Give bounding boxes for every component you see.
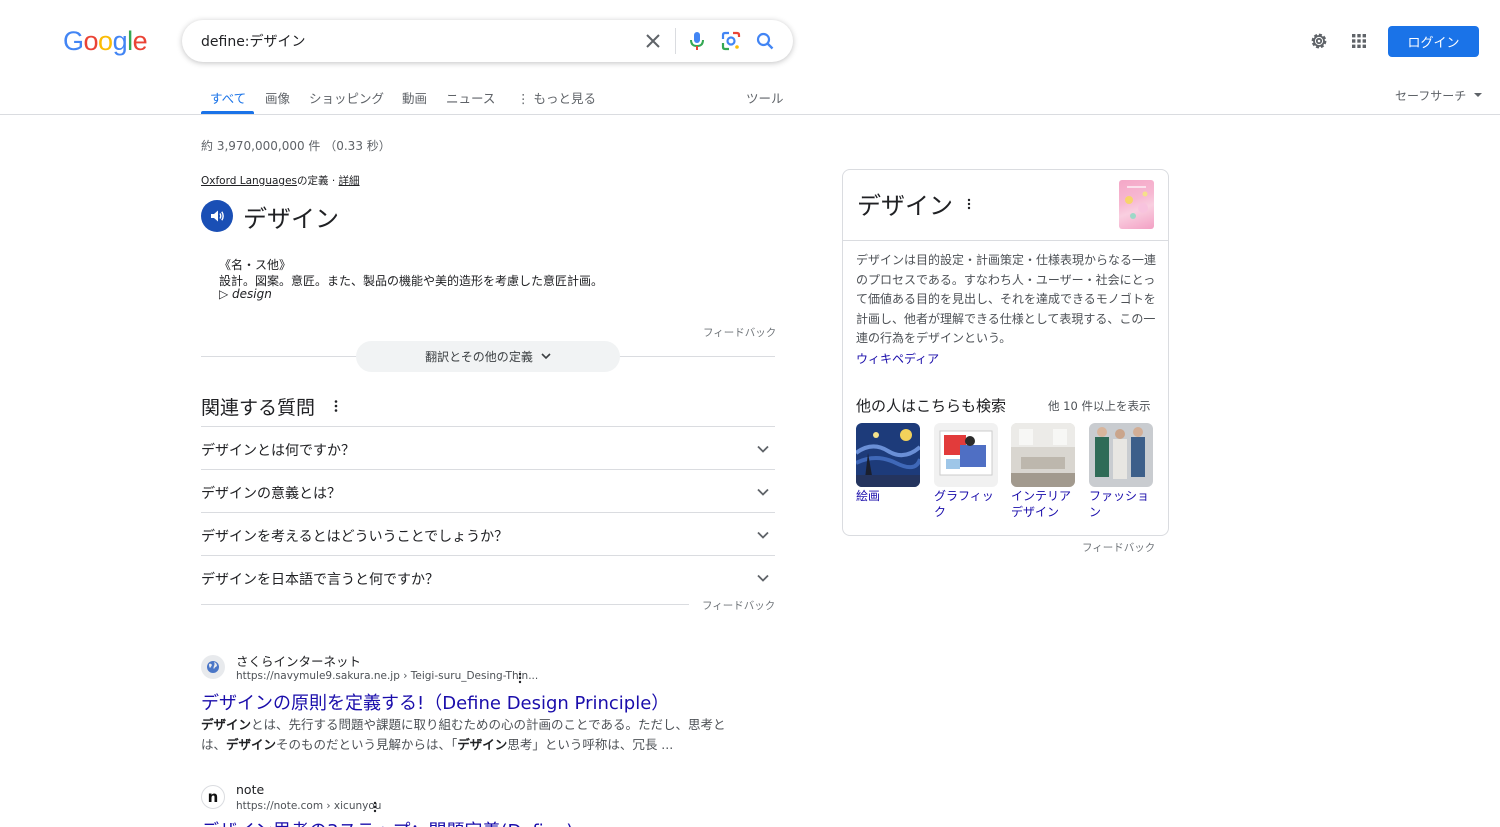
wikipedia-link[interactable]: ウィキペディア — [856, 350, 939, 367]
more-vert-icon[interactable] — [330, 398, 342, 414]
tab-all[interactable]: すべて — [210, 88, 246, 107]
related-question[interactable]: デザインを考えるとはどういうことでしょうか？ — [201, 512, 775, 555]
fashion-image[interactable] — [1089, 423, 1153, 487]
chevron-down-icon — [757, 574, 769, 582]
part-of-speech: 《名・ス他》 — [219, 258, 292, 272]
chevron-down-icon — [757, 531, 769, 539]
etymology-prefix: ▷ — [219, 287, 233, 301]
snippet-highlight: デザイン — [226, 736, 277, 752]
also-search-label[interactable]: 絵画 — [856, 488, 922, 504]
tab-news[interactable]: ニュース — [446, 88, 495, 107]
close-icon[interactable] — [640, 28, 666, 54]
snippet-highlight: デザイン — [201, 717, 252, 732]
knowledge-panel-thumbnail[interactable] — [1119, 180, 1154, 229]
related-question[interactable]: デザインとは何ですか？ — [201, 426, 775, 469]
also-search-label[interactable]: ファッション — [1089, 488, 1155, 520]
tab-videos[interactable]: 動画 — [402, 88, 427, 107]
caret-down-icon — [1474, 93, 1482, 97]
question-text: デザインを日本語で言うと何ですか？ — [201, 572, 439, 588]
dictionary-word: デザイン — [243, 205, 339, 233]
painting-image[interactable] — [856, 423, 920, 487]
apps-grid-icon[interactable] — [1346, 28, 1372, 54]
result-stats: 約 3,970,000,000 件 （0.33 秒） — [201, 139, 391, 153]
more-vert-icon: ⋮ — [517, 91, 530, 106]
snippet-text: 思考」という呼称は、冗長 ... — [507, 736, 674, 752]
details-link[interactable]: 詳細 — [339, 175, 360, 187]
divider — [201, 604, 689, 605]
result-site-name[interactable]: note — [236, 782, 264, 797]
more-vert-icon[interactable] — [515, 670, 525, 684]
snippet-text: そのものだという見解からは、「 — [276, 736, 458, 752]
graphic-image[interactable] — [934, 423, 998, 487]
note-favicon: n — [201, 785, 225, 809]
gear-icon[interactable] — [1306, 28, 1332, 54]
tab-more-label: もっと見る — [533, 91, 596, 106]
pronunciation-button[interactable] — [201, 200, 233, 232]
more-vert-icon[interactable] — [370, 799, 380, 813]
also-search-label[interactable]: グラフィック — [934, 488, 1000, 520]
tab-more[interactable]: ⋮ もっと見る — [517, 88, 596, 107]
dictionary-source: Oxford Languagesの定義 · 詳細 — [201, 173, 360, 188]
search-input[interactable]: define:デザイン — [201, 31, 306, 51]
related-question[interactable]: デザインを日本語で言うと何ですか？ — [201, 555, 775, 598]
oxford-link[interactable]: Oxford Languages — [201, 175, 297, 187]
search-divider — [675, 28, 676, 54]
related-questions-title: 関連する質問 — [201, 397, 316, 419]
show-more-link[interactable]: 他 10 件以上を表示 — [1048, 398, 1150, 414]
tab-images[interactable]: 画像 — [265, 88, 290, 107]
tools-button[interactable]: ツール — [746, 88, 784, 107]
tab-shopping[interactable]: ショッピング — [309, 88, 384, 107]
also-search-label[interactable]: インテリアデザイン — [1011, 488, 1077, 520]
microphone-icon[interactable] — [684, 28, 710, 54]
result-snippet: デザインとは、先行する問題や課題に取り組むための心の計画のことである。ただし、思… — [201, 715, 731, 754]
speaker-icon — [211, 210, 224, 222]
snippet-highlight: デザイン — [457, 736, 508, 752]
more-definitions-button[interactable]: 翻訳とその他の定義 — [356, 341, 620, 372]
google-logo[interactable]: Google — [63, 26, 148, 57]
more-definitions-label: 翻訳とその他の定義 — [425, 350, 533, 364]
result-url[interactable]: https://navymule9.sakura.ne.jp › Teigi-s… — [236, 670, 538, 682]
definition-text: 設計。図案。意匠。また、製品の機能や美的造形を考慮した意匠計画。 — [219, 274, 604, 288]
camera-lens-icon[interactable] — [718, 28, 744, 54]
result-site-name[interactable]: さくらインターネット — [236, 651, 361, 670]
question-text: デザインを考えるとはどういうことでしょうか？ — [201, 529, 509, 545]
knowledge-panel-title: デザイン — [857, 192, 953, 220]
login-button[interactable]: ログイン — [1388, 26, 1479, 57]
question-text: デザインの意義とは？ — [201, 486, 341, 502]
etymology-word: design — [232, 287, 272, 301]
chevron-down-icon — [757, 488, 769, 496]
related-question[interactable]: デザインの意義とは？ — [201, 469, 775, 512]
search-icon[interactable] — [752, 28, 778, 54]
chevron-down-icon — [757, 445, 769, 453]
etymology: ▷ design — [219, 287, 272, 301]
divider — [843, 240, 1168, 241]
chevron-down-icon — [541, 353, 551, 360]
knowledge-panel-description: デザインは目的設定・計画策定・仕様表現からなる一連のプロセスである。すなわち人・… — [856, 253, 1157, 345]
dictionary-feedback-link[interactable]: フィードバック — [703, 325, 776, 340]
question-text: デザインとは何ですか？ — [201, 443, 355, 459]
globe-icon — [201, 655, 225, 679]
result-title-link[interactable]: デザイン思考の3ステップ：問題定義(Define) — [201, 817, 573, 827]
header-divider — [0, 114, 1500, 115]
interior-design-image[interactable] — [1011, 423, 1075, 487]
knowledge-panel-feedback-link[interactable]: フィードバック — [1082, 540, 1155, 555]
result-title-link[interactable]: デザインの原則を定義する!（Define Design Principle） — [201, 689, 669, 715]
snippet-text: とは、先行する問題や課題に取り組むための心の計画のことである。ただし、思考と — [251, 717, 726, 732]
snippet-text: は、 — [201, 736, 227, 752]
paa-feedback-link[interactable]: フィードバック — [702, 598, 775, 613]
safesearch-dropdown[interactable]: セーフサーチ — [1395, 87, 1466, 104]
result-url[interactable]: https://note.com › xicunyou — [236, 800, 381, 812]
more-vert-icon[interactable] — [964, 196, 974, 210]
people-also-search-title: 他の人はこちらも検索 — [856, 397, 1007, 415]
source-suffix: の定義 · — [297, 175, 339, 187]
